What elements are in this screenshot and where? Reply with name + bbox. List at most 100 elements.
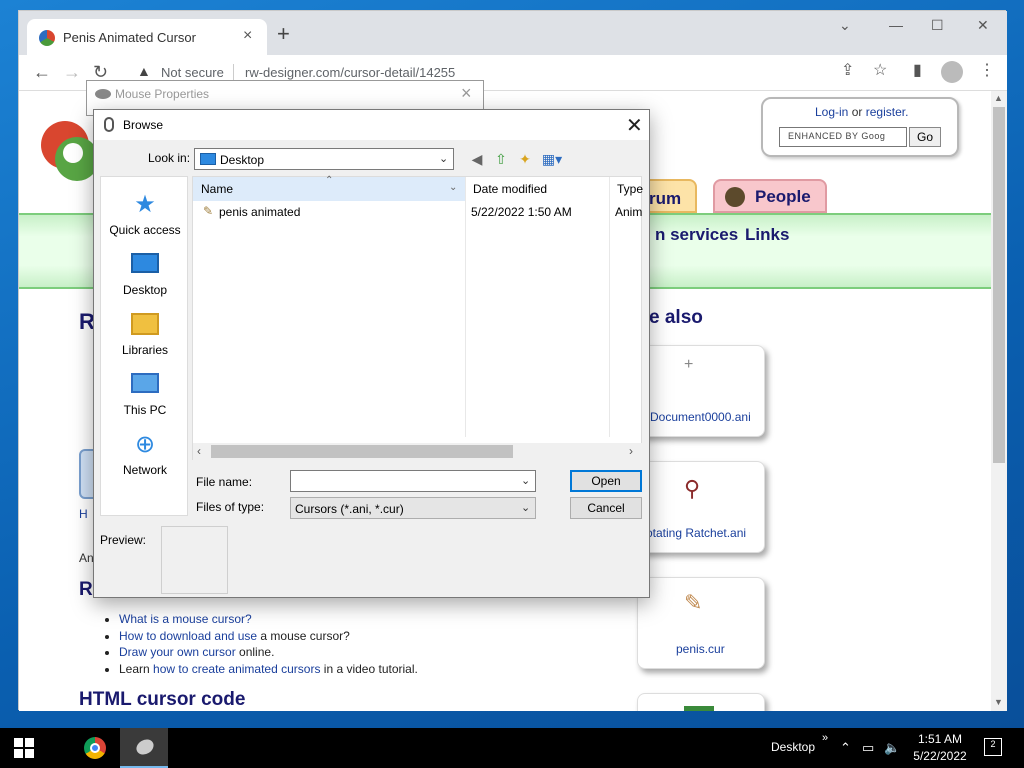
horizontal-scroll-thumb[interactable] — [211, 445, 513, 458]
notification-center-icon[interactable]: 2 — [984, 738, 1002, 756]
notification-count: 2 — [990, 739, 996, 749]
network-tray-icon[interactable]: ▭ — [862, 740, 874, 756]
place-this-pc[interactable]: This PC — [101, 365, 189, 423]
file-name-input[interactable]: ⌄ — [290, 470, 536, 492]
back-icon[interactable]: ← — [33, 63, 51, 81]
sort-up-icon: ⌃ — [325, 175, 334, 186]
scroll-up-icon[interactable]: ▲ — [994, 93, 1003, 103]
windows-start-icon[interactable] — [14, 738, 34, 758]
bullet-link[interactable]: How to download and use — [119, 629, 257, 643]
forward-icon[interactable]: → — [63, 63, 81, 81]
mouse-properties-close-icon[interactable]: × — [461, 83, 472, 104]
see-also-card-label[interactable]: penis.cur — [676, 642, 725, 656]
horizontal-scrollbar[interactable]: ‹ › — [193, 443, 643, 460]
place-libraries[interactable]: Libraries — [101, 305, 189, 363]
tab-close-icon[interactable]: × — [243, 27, 252, 45]
file-name: penis animated — [219, 205, 301, 219]
back-icon[interactable]: ◀ — [468, 150, 486, 168]
mouse-icon — [95, 89, 111, 99]
chevron-down-icon[interactable]: ⌄ — [521, 474, 530, 487]
warning-icon[interactable]: ▲ — [137, 63, 151, 79]
view-menu-icon[interactable]: ▦▾ — [540, 150, 564, 168]
tab-people[interactable]: People — [713, 179, 827, 213]
new-tab-button[interactable]: + — [277, 23, 290, 45]
taskbar: Desktop » ⌃ ▭ 🔈 1:51 AM 5/22/2022 2 — [0, 728, 1024, 768]
look-in-dropdown[interactable]: Desktop ⌄ — [194, 148, 454, 170]
look-in-label: Look in: — [148, 151, 191, 165]
dialog-titlebar: Browse ✕ — [94, 110, 649, 140]
desktop-toolbar-label[interactable]: Desktop — [771, 740, 815, 754]
computer-icon — [131, 373, 159, 393]
go-button[interactable]: Go — [909, 127, 941, 147]
list-item: Draw your own cursor online. — [119, 644, 619, 661]
place-network[interactable]: ⊕ Network — [101, 425, 189, 483]
place-desktop[interactable]: Desktop — [101, 245, 189, 303]
bullet-link[interactable]: how to create animated cursors — [153, 662, 320, 676]
scroll-down-icon[interactable]: ▼ — [994, 697, 1003, 707]
tab-people-label: People — [755, 187, 811, 206]
login-or: or — [851, 105, 863, 119]
see-also-card[interactable]: ✎ penis.cur — [637, 577, 765, 669]
bullet-text: in a video tutorial. — [320, 661, 418, 676]
url-text[interactable]: rw-designer.com/cursor-detail/14255 — [245, 65, 455, 80]
toolbar-chevron-icon[interactable]: » — [822, 732, 828, 744]
network-icon: ⊕ — [134, 431, 156, 458]
register-link[interactable]: register. — [866, 105, 909, 119]
security-status[interactable]: Not secure — [161, 65, 224, 80]
mouse-icon — [104, 117, 114, 132]
clock-time[interactable]: 1:51 AM — [910, 732, 970, 746]
dialog-close-icon[interactable]: ✕ — [626, 113, 643, 138]
green-image-icon — [684, 706, 714, 711]
link-fragment[interactable]: H — [79, 507, 88, 521]
scroll-right-icon[interactable]: › — [629, 444, 633, 458]
file-date: 5/22/2022 1:50 AM — [471, 205, 572, 219]
heading-fragment: R — [79, 579, 93, 600]
ratchet-icon: ⚲ — [684, 476, 701, 501]
column-header-date[interactable]: Date modified — [473, 182, 547, 196]
column-header-name[interactable]: Name ⌃ ⌄ — [193, 175, 465, 201]
mouse-properties-taskbar-button[interactable] — [120, 728, 168, 768]
google-search-input[interactable]: ENHANCED BY Goog — [779, 127, 907, 147]
show-hidden-icons-icon[interactable]: ⌃ — [840, 740, 851, 756]
login-link[interactable]: Log-in — [815, 105, 848, 119]
login-panel: Log-in or register. ENHANCED BY Goog Go — [761, 97, 959, 157]
see-also-card[interactable]: ⚲ rotating Ratchet.ani — [637, 461, 765, 553]
side-panel-icon[interactable]: ▮ — [913, 63, 922, 79]
file-row[interactable]: ✎ penis animated 5/22/2022 1:50 AM Anim — [193, 201, 643, 221]
files-of-type-value: Cursors (*.ani, *.cur) — [295, 502, 404, 516]
column-header-type[interactable]: Type — [617, 182, 643, 196]
chrome-taskbar-icon[interactable] — [84, 737, 106, 759]
open-button[interactable]: Open — [570, 470, 642, 492]
bullet-text: a mouse cursor? — [257, 628, 350, 643]
reload-icon[interactable]: ↻ — [93, 63, 108, 81]
profile-avatar-icon[interactable] — [941, 61, 963, 83]
menu-dots-icon[interactable]: ⋮ — [979, 63, 995, 79]
clock-date[interactable]: 5/22/2022 — [904, 749, 976, 763]
minimize-button[interactable]: — — [889, 17, 903, 33]
see-also-card[interactable]: + Document0000.ani — [637, 345, 765, 437]
bullet-link[interactable]: Draw your own cursor — [119, 645, 236, 659]
see-also-card-label[interactable]: Document0000.ani — [650, 410, 751, 424]
bookmark-star-icon[interactable]: ☆ — [873, 63, 887, 79]
nav-services-link[interactable]: n services — [655, 225, 738, 245]
look-in-value: Desktop — [220, 153, 265, 167]
place-quick-access[interactable]: ★ Quick access — [101, 185, 189, 243]
volume-icon[interactable]: 🔈 — [884, 740, 900, 756]
up-folder-icon[interactable]: ⇧ — [492, 150, 510, 168]
scroll-left-icon[interactable]: ‹ — [197, 444, 201, 458]
browser-tab[interactable]: Penis Animated Cursor × — [27, 19, 267, 55]
maximize-button[interactable]: ☐ — [931, 17, 944, 34]
share-icon[interactable]: ⇪ — [841, 63, 854, 79]
new-folder-icon[interactable]: ✦ — [516, 150, 534, 168]
files-of-type-select[interactable]: Cursors (*.ani, *.cur) ⌄ — [290, 497, 536, 519]
see-also-card-label[interactable]: rotating Ratchet.ani — [642, 526, 746, 540]
see-also-card[interactable] — [637, 693, 765, 711]
tab-search-chevron-icon[interactable]: ⌄ — [839, 17, 851, 34]
cancel-button[interactable]: Cancel — [570, 497, 642, 519]
close-window-button[interactable]: ✕ — [977, 17, 989, 34]
bullet-link[interactable]: What is a mouse cursor? — [119, 612, 252, 626]
place-label: Desktop — [122, 283, 168, 297]
chevron-down-icon: ⌄ — [449, 182, 458, 193]
nav-links-link[interactable]: Links — [745, 225, 789, 245]
page-scroll-thumb[interactable] — [993, 107, 1005, 463]
